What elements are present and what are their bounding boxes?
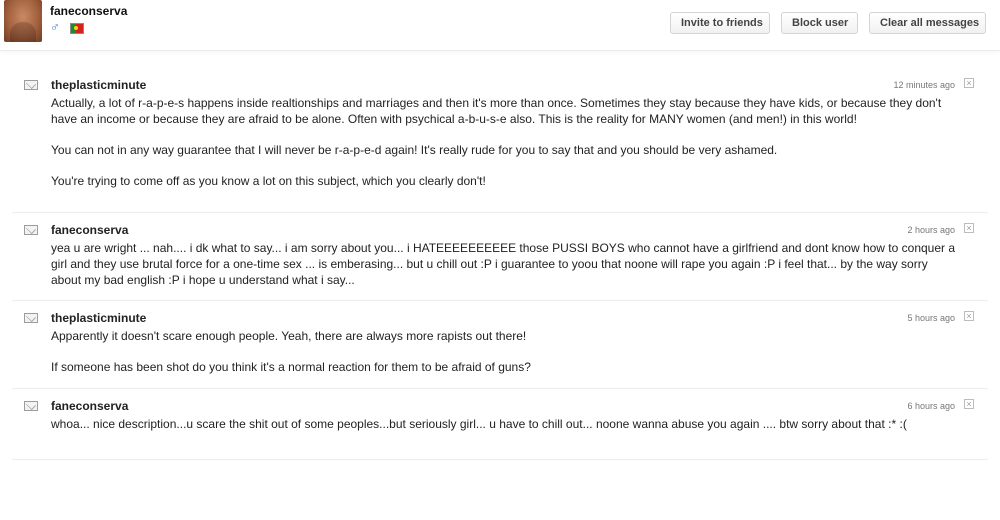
message-paragraph: whoa... nice description...u scare the s… (51, 417, 907, 431)
mail-icon (24, 225, 38, 235)
message-time: 6 hours ago (907, 401, 955, 411)
close-icon[interactable]: × (964, 399, 974, 409)
close-icon[interactable]: × (964, 78, 974, 88)
message-paragraph: If someone has been shot do you think it… (51, 360, 531, 374)
message-sender[interactable]: faneconserva (51, 223, 128, 237)
message-item: theplasticminute 12 minutes ago × Actual… (12, 68, 988, 213)
mail-icon (24, 313, 38, 323)
message-paragraph: Apparently it doesn't scare enough peopl… (51, 329, 527, 343)
close-icon[interactable]: × (964, 223, 974, 233)
message-item: faneconserva 2 hours ago × yea u are wri… (12, 213, 988, 301)
message-time: 5 hours ago (907, 313, 955, 323)
profile-header: faneconserva ♂ Invite to friends Block u… (0, 0, 1000, 51)
message-item: faneconserva 6 hours ago × whoa... nice … (12, 389, 988, 460)
message-time: 2 hours ago (907, 225, 955, 235)
message-paragraph: Actually, a lot of r-a-p-e-s happens ins… (51, 96, 942, 126)
clear-all-messages-button[interactable]: Clear all messages (869, 12, 986, 34)
message-body: Apparently it doesn't scare enough peopl… (51, 328, 961, 375)
message-body: Actually, a lot of r-a-p-e-s happens ins… (51, 95, 961, 189)
portugal-flag-icon (70, 23, 84, 34)
message-paragraph: yea u are wright ... nah.... i dk what t… (51, 241, 956, 287)
message-sender[interactable]: faneconserva (51, 399, 128, 413)
message-sender[interactable]: theplasticminute (51, 311, 146, 325)
profile-username[interactable]: faneconserva (50, 4, 127, 18)
mail-icon (24, 401, 38, 411)
message-list: theplasticminute 12 minutes ago × Actual… (0, 68, 1000, 460)
message-paragraph: You're trying to come off as you know a … (51, 174, 486, 188)
message-paragraph: You can not in any way guarantee that I … (51, 143, 778, 157)
male-gender-icon: ♂ (50, 19, 60, 34)
mail-icon (24, 80, 38, 90)
avatar[interactable] (4, 0, 42, 42)
close-icon[interactable]: × (964, 311, 974, 321)
message-item: theplasticminute 5 hours ago × Apparentl… (12, 301, 988, 389)
invite-to-friends-button[interactable]: Invite to friends (670, 12, 770, 34)
message-body: yea u are wright ... nah.... i dk what t… (51, 240, 961, 288)
message-body: whoa... nice description...u scare the s… (51, 416, 911, 432)
message-time: 12 minutes ago (893, 80, 955, 90)
message-sender[interactable]: theplasticminute (51, 78, 146, 92)
block-user-button[interactable]: Block user (781, 12, 858, 34)
